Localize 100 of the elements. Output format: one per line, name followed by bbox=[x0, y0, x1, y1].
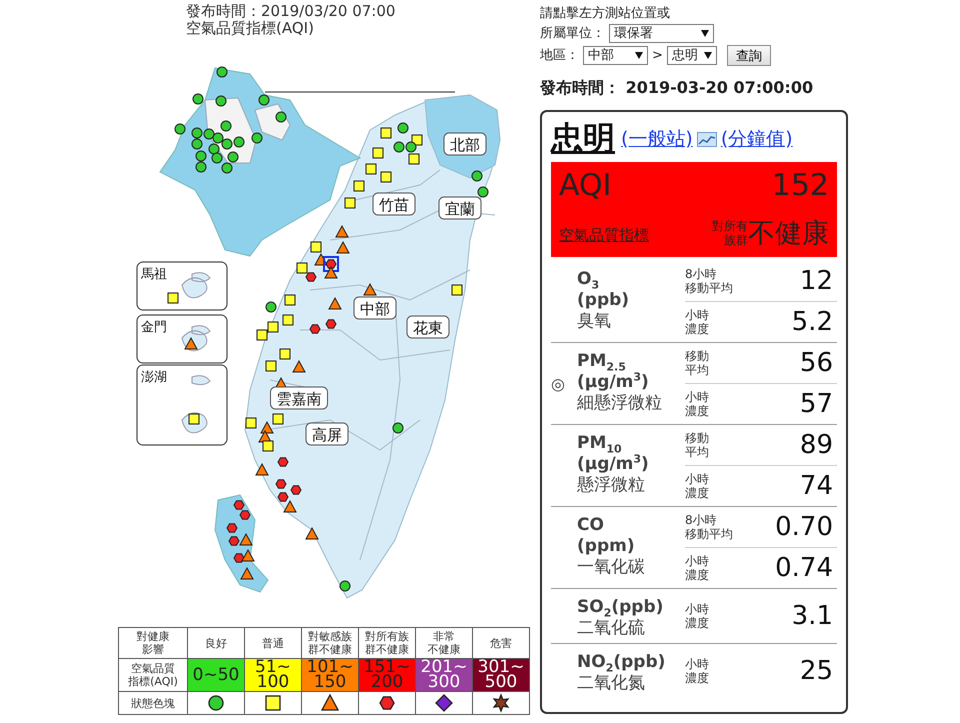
reading-value: 5.2 bbox=[792, 307, 834, 337]
station-triangle-marker[interactable] bbox=[241, 548, 255, 562]
region-dropdown[interactable]: 中部 bbox=[583, 46, 648, 64]
station-hexagon-marker[interactable] bbox=[305, 272, 317, 282]
pollutant-formula: PM$_{2.5}$ bbox=[577, 351, 627, 372]
station-circle-marker[interactable] bbox=[216, 66, 228, 78]
station-square-marker[interactable] bbox=[354, 180, 364, 192]
station-square-marker[interactable] bbox=[408, 154, 420, 164]
station-square-marker[interactable] bbox=[452, 284, 462, 296]
station-triangle-marker[interactable] bbox=[305, 526, 319, 540]
row-header: 空氣品質 指標(AQI) bbox=[128, 662, 178, 688]
region-label[interactable]: 高屏 bbox=[306, 422, 348, 446]
minute-values-link[interactable]: (分鐘值) bbox=[720, 126, 793, 152]
agency-dropdown[interactable]: 環保署 bbox=[609, 24, 714, 42]
station-triangle-marker[interactable] bbox=[335, 224, 349, 238]
reading-label: 移動 平均 bbox=[685, 431, 709, 459]
station-triangle-marker[interactable] bbox=[184, 336, 198, 350]
agency-label: 所屬單位： bbox=[540, 25, 605, 42]
pollutant-name: 二氧化氮 bbox=[577, 673, 646, 694]
station-triangle-marker[interactable] bbox=[239, 532, 253, 546]
station-square-marker[interactable] bbox=[256, 330, 268, 340]
station-square-marker[interactable] bbox=[372, 148, 384, 158]
station-hexagon-marker[interactable] bbox=[228, 536, 240, 546]
health-level: 普通 bbox=[262, 636, 284, 650]
region-label[interactable]: 中部 bbox=[354, 296, 396, 320]
chart-icon[interactable] bbox=[696, 132, 717, 146]
reading-value: 56 bbox=[800, 348, 834, 378]
station-square-marker[interactable] bbox=[310, 242, 322, 252]
station-square-marker[interactable] bbox=[344, 198, 356, 208]
station-triangle-marker[interactable] bbox=[363, 282, 377, 296]
inset-label: 金門 bbox=[141, 320, 167, 335]
station-type-link[interactable]: (一般站) bbox=[621, 126, 693, 152]
station-triangle-marker[interactable] bbox=[324, 266, 338, 278]
pollutant-formula: O$_{3}$ bbox=[577, 269, 600, 290]
station-triangle-marker[interactable] bbox=[255, 462, 269, 476]
reading-label: 8小時 移動平均 bbox=[685, 267, 733, 295]
row-header: 對健康 影響 bbox=[136, 630, 170, 656]
station-square-marker[interactable] bbox=[168, 292, 178, 304]
region-label[interactable]: 花東 bbox=[406, 316, 450, 338]
aqi-caption-link[interactable]: 空氣品質指標 bbox=[559, 226, 649, 245]
station-triangle-marker[interactable] bbox=[336, 240, 350, 254]
station-hexagon-marker[interactable] bbox=[309, 324, 321, 334]
station-square-marker[interactable] bbox=[296, 262, 308, 274]
separator: > bbox=[652, 48, 663, 62]
region-label[interactable]: 竹苗 bbox=[372, 192, 416, 216]
reading-label: 小時 濃度 bbox=[685, 657, 709, 685]
station-triangle-marker[interactable] bbox=[328, 296, 342, 310]
station-square-marker[interactable] bbox=[246, 418, 256, 428]
station-hexagon-marker[interactable] bbox=[275, 479, 287, 489]
station-hexagon-marker[interactable] bbox=[290, 485, 302, 495]
region-label[interactable]: 宜蘭 bbox=[438, 196, 482, 220]
station-circle-marker[interactable] bbox=[266, 302, 276, 312]
reading-value: 74 bbox=[800, 471, 834, 501]
aqi-range-cell: 151~ 200 bbox=[358, 658, 416, 692]
pollutant-formula: CO bbox=[577, 515, 605, 536]
station-circle-marker[interactable] bbox=[340, 580, 350, 592]
station-square-marker[interactable] bbox=[412, 134, 422, 146]
query-button[interactable]: 查詢 bbox=[726, 44, 771, 66]
station-dropdown[interactable]: 忠明 bbox=[666, 46, 717, 64]
reading-value: 0.70 bbox=[775, 512, 834, 542]
station-hexagon-marker[interactable] bbox=[226, 523, 238, 533]
station-square-marker[interactable] bbox=[380, 128, 392, 138]
station-triangle-marker[interactable] bbox=[260, 420, 274, 434]
station-hexagon-marker[interactable] bbox=[233, 553, 245, 563]
station-square-marker[interactable] bbox=[188, 414, 200, 424]
station-square-marker[interactable] bbox=[380, 172, 392, 182]
station-square-marker[interactable] bbox=[262, 440, 274, 452]
station-hexagon-marker[interactable] bbox=[233, 500, 245, 510]
station-triangle-marker[interactable] bbox=[240, 566, 254, 580]
station-hexagon-marker[interactable] bbox=[325, 319, 337, 329]
region-label[interactable]: 雲嘉南 bbox=[270, 386, 328, 410]
station-square-marker[interactable] bbox=[266, 360, 276, 372]
status-text: 不健康 bbox=[748, 217, 829, 251]
station-hexagon-marker[interactable] bbox=[277, 457, 289, 467]
station-square-marker[interactable] bbox=[366, 164, 376, 174]
aqi-range-cell: 0~50 bbox=[188, 658, 244, 692]
aqi-range-cell: 301~ 500 bbox=[472, 658, 530, 692]
station-square-marker[interactable] bbox=[284, 294, 296, 306]
station-square-marker[interactable] bbox=[268, 322, 278, 332]
selected-station-marker[interactable] bbox=[323, 256, 339, 272]
reading-label: 移動 平均 bbox=[685, 349, 709, 377]
region-label[interactable]: 北部 bbox=[444, 132, 486, 156]
station-hexagon-marker[interactable] bbox=[277, 492, 289, 502]
region-label: 地區： bbox=[540, 47, 579, 64]
pollutant-name: 二氧化硫 bbox=[577, 618, 646, 639]
pollutant-name: 細懸浮微粒 bbox=[577, 393, 663, 414]
publish-time: 發布時間：2019/03/20 07:00 bbox=[186, 3, 396, 20]
station-square-marker[interactable] bbox=[282, 314, 294, 326]
station-circle-marker[interactable] bbox=[192, 94, 204, 104]
station-circle-marker[interactable] bbox=[174, 124, 186, 134]
station-square-marker[interactable] bbox=[280, 348, 290, 360]
station-triangle-marker[interactable] bbox=[283, 500, 297, 512]
station-name: 忠明 bbox=[551, 118, 615, 159]
health-level: 良好 bbox=[205, 636, 227, 650]
publish-time: 發布時間： 2019-03-20 07:00:00 bbox=[540, 78, 814, 99]
station-circle-marker[interactable] bbox=[478, 186, 488, 198]
station-triangle-marker[interactable] bbox=[292, 360, 306, 372]
station-square-marker[interactable] bbox=[272, 414, 284, 424]
health-level: 對所有族 群不健康 bbox=[365, 630, 409, 656]
station-hexagon-marker[interactable] bbox=[239, 510, 251, 520]
